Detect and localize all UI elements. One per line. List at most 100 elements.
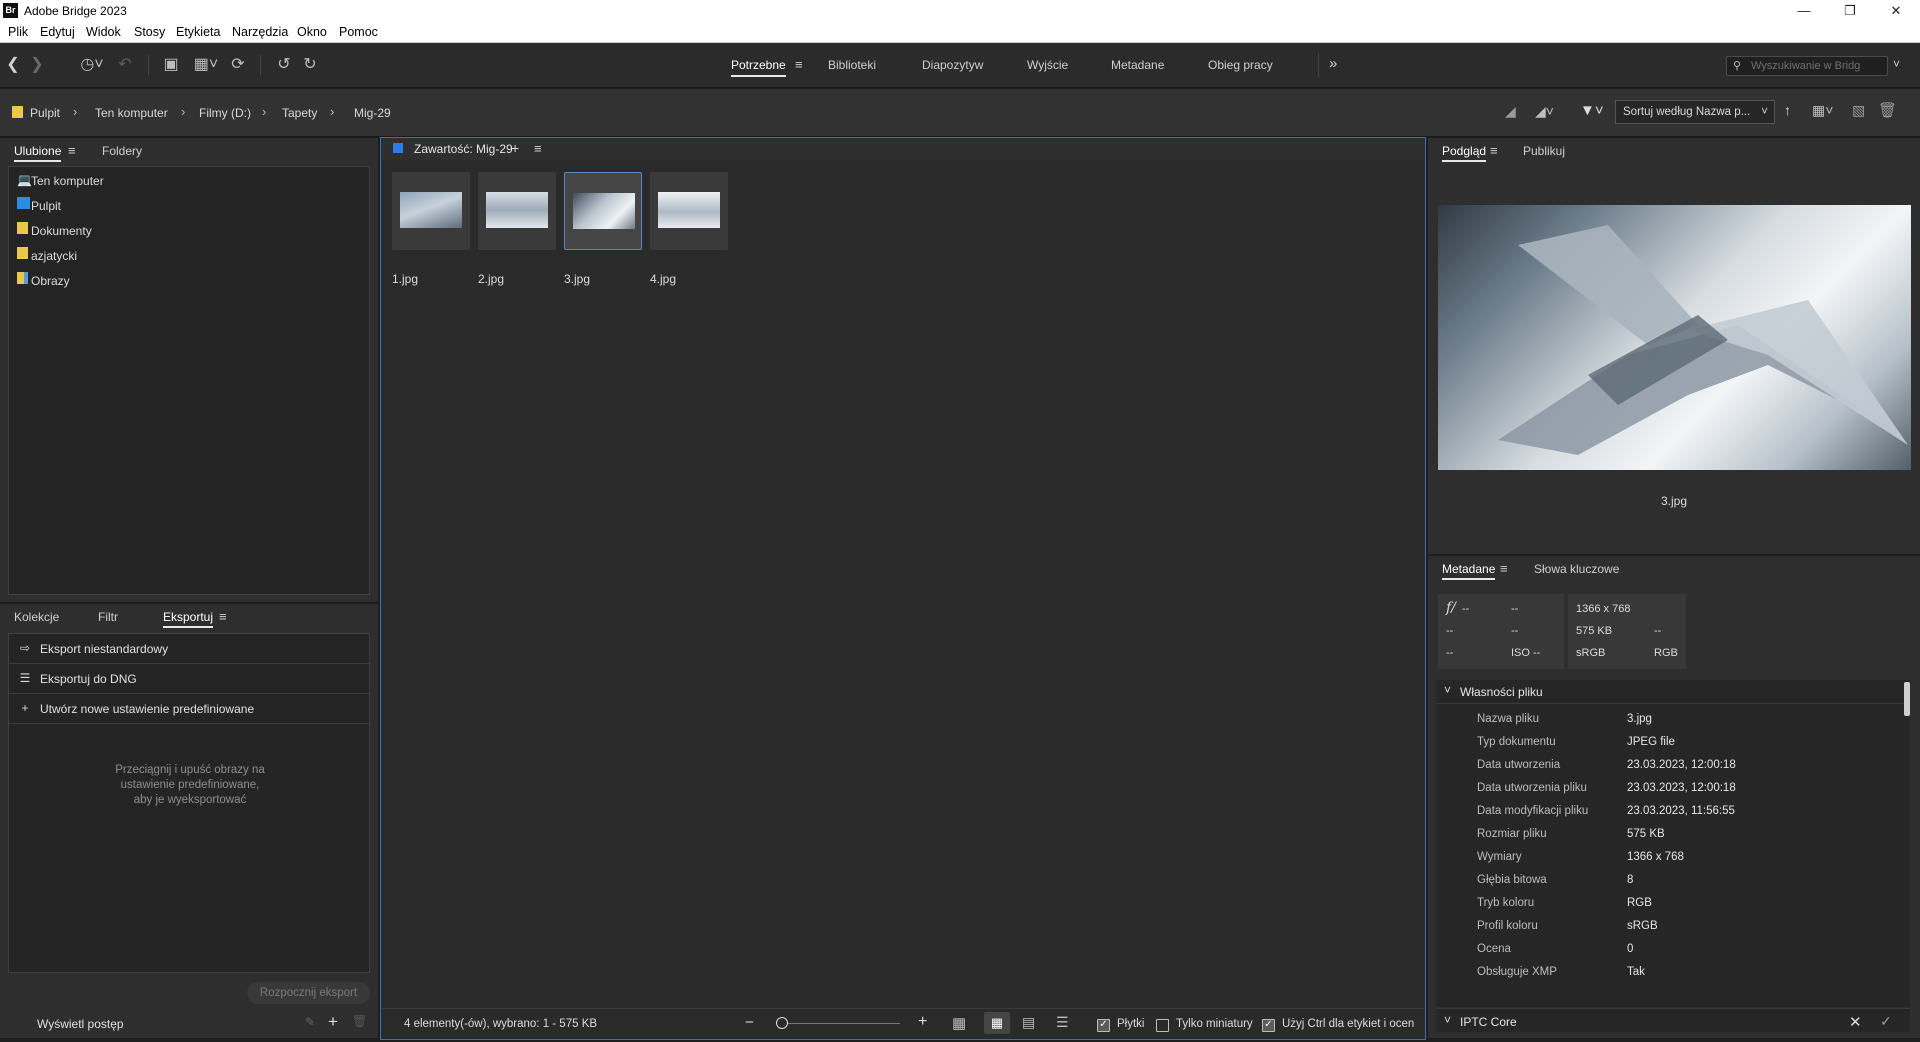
tab-potrzebne[interactable]: Potrzebne bbox=[731, 58, 786, 77]
more-workspaces-icon[interactable]: » bbox=[1329, 55, 1337, 72]
favorite-ten-komputer[interactable]: Ten komputer bbox=[31, 174, 104, 188]
menu-edytuj[interactable]: Edytuj bbox=[40, 25, 75, 39]
restore-icon[interactable]: ❐ bbox=[1827, 0, 1873, 22]
apply-icon[interactable]: ✓ bbox=[1880, 1013, 1892, 1030]
tab-kolekcje[interactable]: Kolekcje bbox=[14, 610, 59, 624]
search-input[interactable]: ⚲ Wyszukiwanie w Bridg bbox=[1726, 56, 1888, 76]
open-in-camera-raw-icon[interactable]: ⟳ bbox=[228, 55, 248, 75]
sort-label: Sortuj według Nazwa p... bbox=[1623, 106, 1751, 118]
menu-stosy[interactable]: Stosy bbox=[134, 25, 165, 39]
sort-ascending-icon[interactable]: ↑ bbox=[1784, 102, 1791, 118]
thumbnail-4[interactable] bbox=[650, 172, 728, 250]
zoom-out-icon[interactable]: − bbox=[745, 1014, 754, 1031]
tab-metadane[interactable]: Metadane bbox=[1442, 562, 1496, 580]
tab-podglad[interactable]: Podgląd bbox=[1442, 144, 1487, 162]
tab-publikuj[interactable]: Publikuj bbox=[1523, 144, 1565, 158]
favorites-list: 💻 Ten komputer Pulpit Dokumenty azjatyck… bbox=[8, 166, 370, 595]
thumbs-only-checkbox[interactable] bbox=[1156, 1019, 1169, 1032]
search-options-chevron-icon[interactable]: ˅ bbox=[1893, 57, 1900, 71]
tab-eksportuj[interactable]: Eksportuj bbox=[163, 610, 214, 628]
menu-plik[interactable]: Plik bbox=[8, 25, 28, 39]
panel-menu-icon[interactable]: ≡ bbox=[219, 609, 227, 624]
thumbnail-2[interactable] bbox=[478, 172, 556, 250]
ctrl-labels-checkbox[interactable]: ✓ bbox=[1262, 1019, 1275, 1032]
back-icon[interactable]: ❮ bbox=[4, 55, 22, 75]
breadcrumb-tapety[interactable]: Tapety bbox=[282, 106, 317, 120]
metadata-list[interactable]: ˅ Własności pliku Nazwa pliku 3.jpg Typ do… bbox=[1436, 680, 1910, 1007]
tab-obieg-pracy[interactable]: Obieg pracy bbox=[1208, 58, 1273, 72]
view-thumbnails-icon[interactable]: ▦ bbox=[984, 1012, 1010, 1034]
add-preset-icon[interactable]: + bbox=[328, 1012, 338, 1032]
breadcrumb-pulpit[interactable]: Pulpit bbox=[30, 106, 60, 120]
thumbnail-1[interactable] bbox=[392, 172, 470, 250]
zoom-in-icon[interactable]: + bbox=[918, 1013, 927, 1031]
minimize-icon[interactable]: — bbox=[1781, 0, 1827, 22]
trash-icon[interactable]: 🗑 bbox=[1878, 101, 1897, 119]
workspace-menu-icon[interactable]: ≡ bbox=[795, 57, 803, 72]
start-export-button[interactable]: Rozpocznij eksport bbox=[247, 982, 370, 1004]
show-progress-link[interactable]: Wyświetl postęp bbox=[37, 1017, 124, 1031]
export-custom-item[interactable]: ⇨ Eksport niestandardowy bbox=[9, 634, 371, 664]
tab-slowa-kluczowe[interactable]: Słowa kluczowe bbox=[1534, 562, 1619, 576]
breadcrumb-ten-komputer[interactable]: Ten komputer bbox=[95, 106, 168, 120]
tiles-checkbox[interactable]: ✓ bbox=[1097, 1019, 1110, 1032]
tab-diapozytyw[interactable]: Diapozytyw bbox=[922, 58, 983, 72]
panel-menu-icon[interactable]: ≡ bbox=[1500, 561, 1508, 576]
chevron-right-icon[interactable]: › bbox=[330, 104, 334, 119]
section-file-properties[interactable]: ˅ Własności pliku bbox=[1436, 680, 1910, 704]
zoom-slider[interactable] bbox=[776, 1023, 900, 1024]
chevron-right-icon[interactable]: › bbox=[73, 104, 77, 119]
section-iptc-core[interactable]: ˅ IPTC Core bbox=[1436, 1008, 1910, 1032]
add-tab-icon[interactable]: + bbox=[511, 140, 519, 156]
menu-widok[interactable]: Widok bbox=[86, 25, 121, 39]
delete-icon[interactable]: 🗑 bbox=[352, 1014, 367, 1028]
forward-icon[interactable]: ❯ bbox=[28, 55, 46, 75]
favorite-dokumenty[interactable]: Dokumenty bbox=[31, 224, 92, 238]
edit-icon[interactable]: ✎ bbox=[305, 1015, 315, 1029]
tab-wyjscie[interactable]: Wyjście bbox=[1027, 58, 1068, 72]
camera-import-icon[interactable]: ▣ bbox=[160, 55, 182, 75]
sort-dropdown[interactable]: Sortuj według Nazwa p... ˅ bbox=[1615, 100, 1775, 124]
tab-ulubione[interactable]: Ulubione bbox=[14, 144, 62, 162]
return-to-photoshop-icon[interactable]: ↶ bbox=[116, 55, 134, 75]
menu-pomoc[interactable]: Pomoc bbox=[339, 25, 378, 39]
view-list-icon[interactable]: ☰ bbox=[1056, 1014, 1069, 1031]
favorite-pulpit[interactable]: Pulpit bbox=[31, 199, 61, 213]
tab-foldery[interactable]: Foldery bbox=[102, 144, 142, 158]
close-icon[interactable]: ✕ bbox=[1873, 0, 1919, 22]
thumbnail-quality-icon[interactable]: ◢ bbox=[1505, 103, 1516, 120]
zoom-slider-handle[interactable] bbox=[776, 1017, 788, 1029]
chevron-right-icon[interactable]: › bbox=[181, 104, 185, 119]
panel-menu-icon[interactable]: ≡ bbox=[1490, 143, 1498, 158]
menu-narzedzia[interactable]: Narzędzia bbox=[232, 25, 288, 39]
favorite-azjatycki[interactable]: azjatycki bbox=[31, 249, 77, 263]
list-icon: ☰ bbox=[19, 671, 31, 685]
favorite-obrazy[interactable]: Obrazy bbox=[31, 274, 70, 288]
menu-etykieta[interactable]: Etykieta bbox=[176, 25, 220, 39]
folder-icon bbox=[12, 106, 23, 118]
thumbnail-3[interactable] bbox=[564, 172, 642, 250]
create-preset-item[interactable]: + Utwórz nowe ustawienie predefiniowane bbox=[9, 694, 371, 724]
scrollbar-thumb[interactable] bbox=[1904, 682, 1910, 716]
breadcrumb-filmy[interactable]: Filmy (D:) bbox=[199, 106, 251, 120]
rotate-right-icon[interactable]: ↻ bbox=[300, 55, 320, 75]
tab-filtr[interactable]: Filtr bbox=[98, 610, 118, 624]
cancel-icon[interactable]: ✕ bbox=[1849, 1013, 1862, 1031]
rotate-left-icon[interactable]: ↺ bbox=[274, 55, 294, 75]
tab-metadane[interactable]: Metadane bbox=[1111, 58, 1164, 72]
new-folder-icon[interactable]: ▧ bbox=[1852, 102, 1865, 119]
chevron-right-icon[interactable]: › bbox=[262, 104, 266, 119]
refine-icon[interactable]: ▦˅ bbox=[188, 55, 224, 75]
rating-filter-icon[interactable]: ◢˅ bbox=[1535, 103, 1554, 120]
view-details-icon[interactable]: ▤ bbox=[1022, 1014, 1035, 1031]
menu-okno[interactable]: Okno bbox=[297, 25, 327, 39]
grid-lock-icon[interactable]: ▦ bbox=[952, 1014, 966, 1032]
panel-menu-icon[interactable]: ≡ bbox=[534, 141, 542, 156]
recent-files-icon[interactable]: ◷˅ bbox=[74, 55, 110, 75]
open-recent-folder-icon[interactable]: ▦˅ bbox=[1812, 102, 1833, 119]
panel-menu-icon[interactable]: ≡ bbox=[68, 143, 76, 158]
export-dng-item[interactable]: ☰ Eksportuj do DNG bbox=[9, 664, 371, 694]
breadcrumb-mig-29[interactable]: Mig-29 bbox=[354, 106, 391, 120]
tab-biblioteki[interactable]: Biblioteki bbox=[828, 58, 876, 72]
filter-icon[interactable]: ▼˅ bbox=[1580, 102, 1604, 119]
